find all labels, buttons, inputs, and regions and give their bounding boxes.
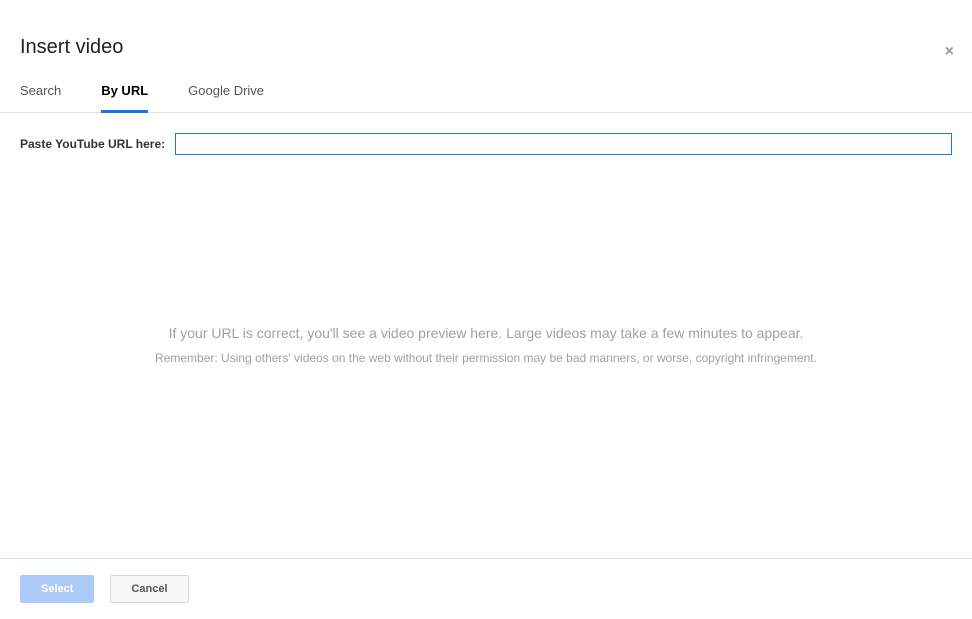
- preview-hint-text: If your URL is correct, you'll see a vid…: [20, 325, 952, 341]
- copyright-disclaimer: Remember: Using others' videos on the we…: [20, 351, 952, 365]
- cancel-button[interactable]: Cancel: [110, 575, 188, 603]
- url-input-row: Paste YouTube URL here:: [20, 133, 952, 155]
- tab-search[interactable]: Search: [20, 83, 61, 113]
- url-input-label: Paste YouTube URL here:: [20, 137, 165, 151]
- video-preview-placeholder: If your URL is correct, you'll see a vid…: [20, 325, 952, 365]
- tab-bar: Search By URL Google Drive: [0, 83, 972, 113]
- tab-by-url[interactable]: By URL: [101, 83, 148, 113]
- dialog-header: Insert video ×: [0, 0, 972, 83]
- dialog-footer: Select Cancel: [0, 558, 972, 619]
- youtube-url-input[interactable]: [175, 133, 952, 155]
- insert-video-dialog: Insert video × Search By URL Google Driv…: [0, 0, 972, 619]
- dialog-content: Paste YouTube URL here: If your URL is c…: [0, 113, 972, 558]
- select-button[interactable]: Select: [20, 575, 94, 603]
- dialog-title: Insert video: [20, 36, 952, 59]
- close-icon[interactable]: ×: [945, 44, 954, 60]
- tab-google-drive[interactable]: Google Drive: [188, 83, 264, 113]
